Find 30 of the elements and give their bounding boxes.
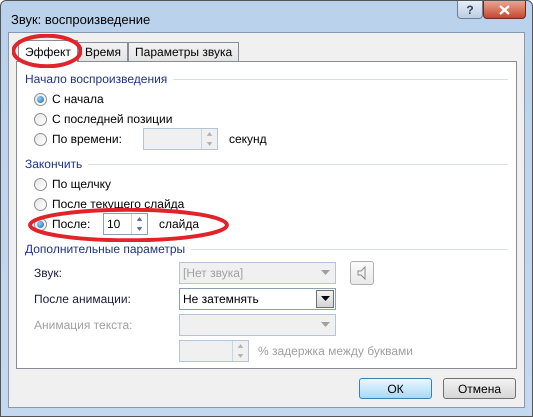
- section-title: Дополнительные параметры: [25, 241, 186, 258]
- window-title: Звук: воспроизведение: [11, 11, 152, 29]
- tab[interactable]: Эффект: [18, 40, 78, 62]
- close-button[interactable]: [483, 1, 526, 19]
- field-label: Звук:: [34, 264, 63, 282]
- tab[interactable]: Время: [78, 42, 128, 61]
- dropdown-arrow-icon[interactable]: [320, 296, 330, 301]
- unit-label: секунд: [229, 131, 267, 148]
- option-label[interactable]: С начала: [52, 90, 104, 108]
- radio-button[interactable]: [34, 92, 47, 106]
- option-label[interactable]: После:: [52, 215, 98, 233]
- field-label: % задержка между буквами: [258, 342, 413, 360]
- radio-button[interactable]: [34, 178, 47, 190]
- close-icon[interactable]: [499, 4, 510, 14]
- dialog-button[interactable]: Отмена: [443, 378, 516, 399]
- spinner-field[interactable]: 10: [103, 213, 148, 235]
- radio-button[interactable]: [34, 112, 47, 126]
- option-label[interactable]: По щелчку: [52, 175, 112, 193]
- tab[interactable]: Параметры звука: [128, 42, 240, 61]
- dialog-button[interactable]: ОК: [359, 378, 432, 399]
- field-label: Анимация текста:: [34, 316, 134, 334]
- help-button[interactable]: ?: [457, 1, 483, 19]
- dropdown[interactable]: Не затемнять: [179, 288, 336, 310]
- option-label[interactable]: После текущего слайда: [52, 195, 184, 213]
- section-title: Закончить: [25, 156, 82, 173]
- unit-label: слайда: [159, 216, 200, 233]
- section-title: Начало воспроизведения: [25, 71, 168, 88]
- field-label: После анимации:: [34, 290, 132, 308]
- option-label[interactable]: С последней позиции: [52, 110, 172, 128]
- radio-button[interactable]: [34, 198, 47, 210]
